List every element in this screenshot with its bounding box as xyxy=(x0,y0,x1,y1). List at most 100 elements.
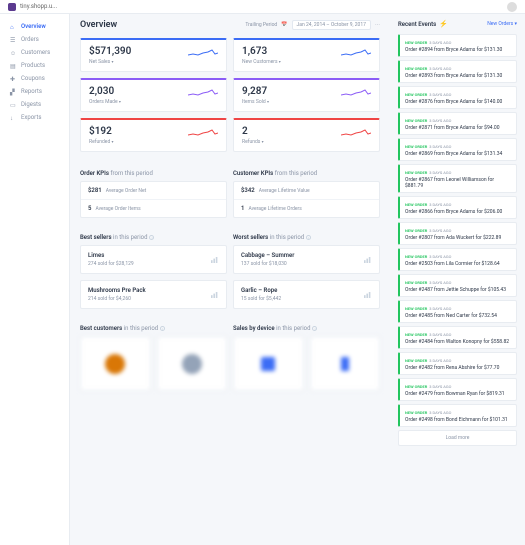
event-card[interactable]: NEW ORDER3 DAYS AGOOrder #2867 from Leon… xyxy=(398,164,517,193)
sparkline xyxy=(341,48,371,58)
event-text: Order #2503 from Lila Cormier for $128.6… xyxy=(405,261,511,267)
event-tag: NEW ORDER xyxy=(405,384,427,389)
event-card[interactable]: NEW ORDER3 DAYS AGOOrder #2479 from Bowm… xyxy=(398,378,517,401)
event-card[interactable]: NEW ORDER3 DAYS AGOOrder #2866 from Bryc… xyxy=(398,196,517,219)
dropdown-caret-icon[interactable]: ⋯ xyxy=(375,22,380,28)
user-avatar[interactable] xyxy=(507,2,517,12)
metric-card[interactable]: $571,390Net Sales ▾ xyxy=(80,38,227,72)
metric-label: Net Sales ▾ xyxy=(89,59,218,65)
best-customers-title: Best customers in this periodi xyxy=(80,325,227,332)
seller-card[interactable]: Mushrooms Pre Pack214 sold for $4,260 xyxy=(80,280,227,309)
metrics-grid: $571,390Net Sales ▾1,673New Customers ▾2… xyxy=(80,38,380,152)
customer-kpis-title: Customer KPIs from this period xyxy=(233,170,380,177)
metric-label: Items Sold ▾ xyxy=(242,99,371,105)
sidebar-item-label: Customers xyxy=(21,49,50,56)
order-kpis-title: Order KPIs from this period xyxy=(80,170,227,177)
kpi-label: Average Order Items xyxy=(95,206,140,212)
bolt-icon: ⚡ xyxy=(439,20,448,28)
seller-name: Garlic – Rope xyxy=(241,287,372,294)
sidebar-item-digests[interactable]: ▭Digests xyxy=(0,98,69,111)
event-card[interactable]: NEW ORDER3 DAYS AGOOrder #2503 from Lila… xyxy=(398,248,517,271)
event-tag: NEW ORDER xyxy=(405,332,427,337)
seller-stat: 274 sold for $28,129 xyxy=(88,261,219,267)
event-time: 3 DAYS AGO xyxy=(429,202,451,207)
event-tag: NEW ORDER xyxy=(405,358,427,363)
event-tag: NEW ORDER xyxy=(405,280,427,285)
event-card[interactable]: NEW ORDER3 DAYS AGOOrder #2487 from Jett… xyxy=(398,274,517,297)
metric-card[interactable]: 9,287Items Sold ▾ xyxy=(233,78,380,112)
seller-stat: 137 sold for $18,030 xyxy=(241,261,372,267)
event-card[interactable]: NEW ORDER3 DAYS AGOOrder #2807 from Ada … xyxy=(398,222,517,245)
event-text: Order #2807 from Ada Wuckert for $222.89 xyxy=(405,235,511,241)
sidebar-item-coupons[interactable]: ✚Coupons xyxy=(0,72,69,85)
event-text: Order #2894 from Bryce Adams for $131.30 xyxy=(405,47,511,53)
event-time: 3 DAYS AGO xyxy=(429,384,451,389)
event-tag: NEW ORDER xyxy=(405,92,427,97)
nav-icon: ⌂ xyxy=(10,24,16,30)
blurred-card xyxy=(80,336,151,391)
metric-card[interactable]: $192Refunded ▾ xyxy=(80,118,227,152)
event-text: Order #2893 from Bryce Adams for $131.30 xyxy=(405,73,511,79)
event-text: Order #2484 from Walton Konopny for $558… xyxy=(405,339,511,345)
event-time: 3 DAYS AGO xyxy=(429,40,451,45)
info-icon[interactable]: i xyxy=(312,326,317,331)
event-card[interactable]: NEW ORDER3 DAYS AGOOrder #2869 from Bryc… xyxy=(398,138,517,161)
info-icon[interactable]: i xyxy=(160,326,165,331)
sparkline xyxy=(188,128,218,138)
sidebar: ⌂ Overview ☰Orders☺Customers▤Products✚Coup… xyxy=(0,0,70,545)
kpi-label: Average Lifetime Orders xyxy=(248,206,301,212)
nav-icon: ▞ xyxy=(10,89,16,95)
metric-card[interactable]: 2,030Orders Made ▾ xyxy=(80,78,227,112)
sidebar-item-label: Coupons xyxy=(21,75,45,82)
seller-card[interactable]: Cabbage – Summer 137 sold for $18,030 xyxy=(233,245,380,274)
event-tag: NEW ORDER xyxy=(405,144,427,149)
event-card[interactable]: NEW ORDER3 DAYS AGO Order #2482 from Rena… xyxy=(398,352,517,375)
metric-card[interactable]: 1,673New Customers ▾ xyxy=(233,38,380,72)
event-time: 3 DAYS AGO xyxy=(429,410,451,415)
seller-card[interactable]: Limes 274 sold for $28,129 xyxy=(80,245,227,274)
sidebar-item-products[interactable]: ▤Products xyxy=(0,59,69,72)
kpi-item: 1Average Lifetime Orders xyxy=(234,200,379,217)
sidebar-item-orders[interactable]: ☰Orders xyxy=(0,33,69,46)
seller-name: Cabbage – Summer xyxy=(241,252,372,259)
sparkline xyxy=(341,88,371,98)
date-range-picker[interactable]: Jan 24, 2014 – October 9, 2017 xyxy=(292,20,372,30)
event-tag: NEW ORDER xyxy=(405,66,427,71)
event-text: Order #2498 from Bond Eichmann for $101.… xyxy=(405,417,511,423)
sidebar-item-label: Overview xyxy=(21,23,46,30)
bar-chart-icon xyxy=(364,292,372,298)
load-more-button[interactable]: Load more xyxy=(398,430,517,446)
order-kpis-block: $281Average Order Net5Average Order Item… xyxy=(80,181,227,218)
event-card[interactable]: NEW ORDER3 DAYS AGOOrder #2484 from Walt… xyxy=(398,326,517,349)
kpi-value: $281 xyxy=(88,187,102,194)
info-icon[interactable]: i xyxy=(149,235,154,240)
page-header: Overview Trailing Period 📅 Jan 24, 2014 … xyxy=(80,20,380,30)
sidebar-item-reports[interactable]: ▞Reports xyxy=(0,85,69,98)
event-tag: NEW ORDER xyxy=(405,228,427,233)
event-text: Order #2482 from Rena Abshire for $77.70 xyxy=(405,365,511,371)
blurred-card xyxy=(310,336,381,391)
event-card[interactable]: NEW ORDER3 DAYS AGO Order #2498 from Bond… xyxy=(398,404,517,427)
event-card[interactable]: NEW ORDER3 DAYS AGOOrder #2894 from Bryc… xyxy=(398,34,517,57)
event-card[interactable]: NEW ORDER3 DAYS AGOOrder #2485 from Ned … xyxy=(398,300,517,323)
sidebar-item-overview[interactable]: ⌂ Overview xyxy=(0,20,69,33)
sidebar-item-customers[interactable]: ☺Customers xyxy=(0,46,69,59)
event-tag: NEW ORDER xyxy=(405,306,427,311)
metric-card[interactable]: 2Refunds ▾ xyxy=(233,118,380,152)
kpi-item: $281Average Order Net xyxy=(81,182,226,200)
domain-label: tiny.shopp.u... xyxy=(20,3,57,10)
event-card[interactable]: NEW ORDER3 DAYS AGOOrder #2871 from Bryc… xyxy=(398,112,517,135)
event-tag: NEW ORDER xyxy=(405,410,427,415)
event-card[interactable]: NEW ORDER3 DAYS AGOOrder #2876 from Bryc… xyxy=(398,86,517,109)
event-time: 3 DAYS AGO xyxy=(429,66,451,71)
seller-name: Limes xyxy=(88,252,219,259)
info-icon[interactable]: i xyxy=(306,235,311,240)
seller-name: Mushrooms Pre Pack xyxy=(88,287,219,294)
event-text: Order #2876 from Bryce Adams for $140.00 xyxy=(405,99,511,105)
event-card[interactable]: NEW ORDER3 DAYS AGO Order #2893 from Bryc… xyxy=(398,60,517,83)
events-filter-link[interactable]: New Orders ▾ xyxy=(487,21,517,27)
seller-card[interactable]: Garlic – Rope15 sold for $5,442 xyxy=(233,280,380,309)
kpi-label: Average Lifetime Value xyxy=(259,188,310,194)
event-time: 3 DAYS AGO xyxy=(429,358,451,363)
sidebar-item-exports[interactable]: ↓Exports xyxy=(0,111,69,124)
